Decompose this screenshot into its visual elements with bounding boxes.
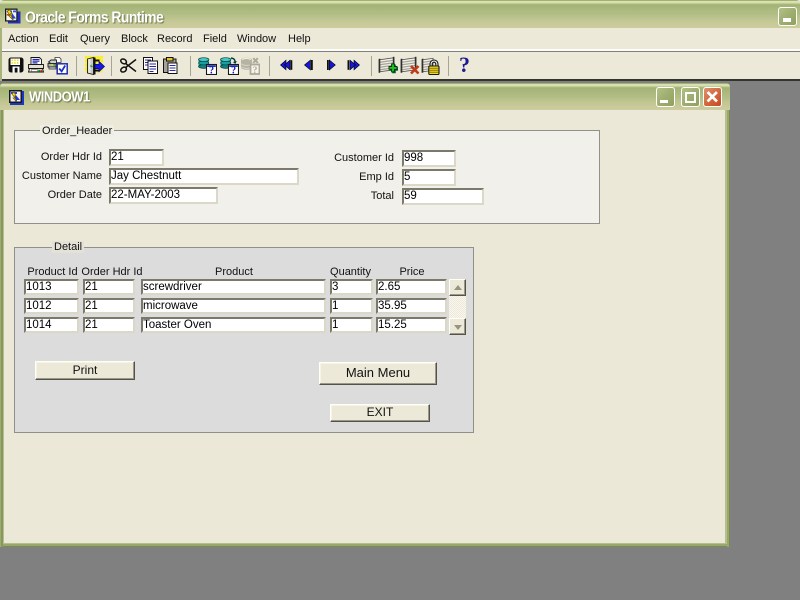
svg-text:?: ? [231,65,236,75]
svg-text:?: ? [253,66,258,75]
svg-text:?: ? [209,65,214,75]
